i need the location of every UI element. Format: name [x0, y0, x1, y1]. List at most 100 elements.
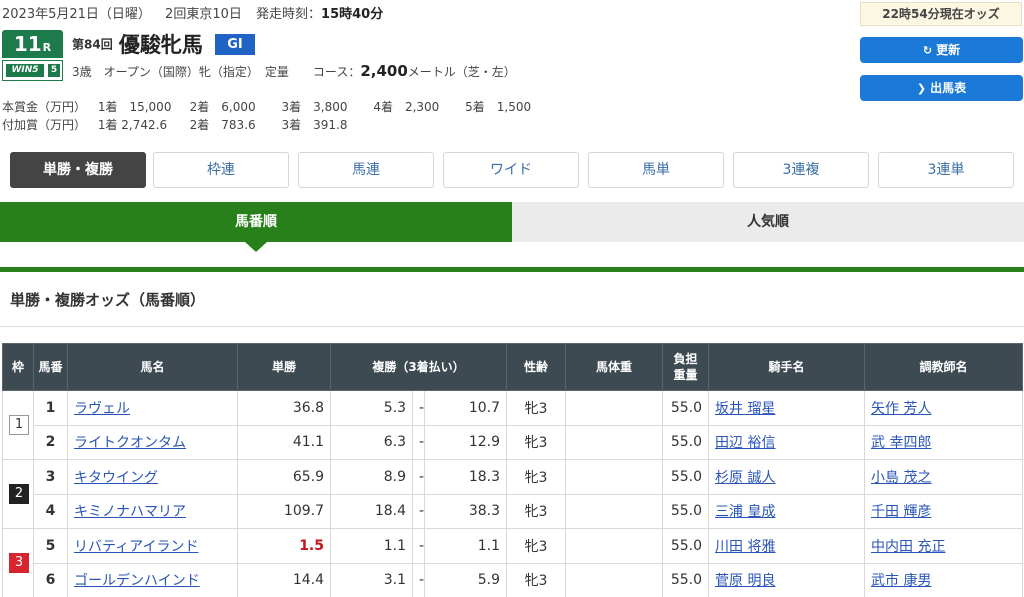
win-odds: 109.7 — [237, 493, 331, 529]
added-prize-1: 1着 2,742.6 — [97, 118, 168, 132]
trainer-link[interactable]: 武 幸四郎 — [871, 435, 931, 451]
tab-sort-by-number[interactable]: 馬番順 — [0, 202, 512, 242]
added-prize-label: 付加賞（万円） — [2, 118, 87, 132]
horse-name-link[interactable]: ラヴェル — [74, 401, 130, 417]
umaban: 3 — [33, 459, 68, 495]
trainer-cell: 千田 輝彦 — [864, 493, 1024, 529]
body-weight — [565, 390, 664, 426]
jockey-cell: 菅原 明良 — [708, 562, 866, 597]
trainer-cell: 中内田 充正 — [864, 528, 1024, 564]
horse-name-cell: キタウイング — [67, 459, 238, 495]
umaban: 2 — [33, 424, 68, 460]
waku-badge: 2 — [9, 484, 29, 504]
race-title: 第84回 優駿牝馬 GI — [72, 29, 255, 59]
odds-table: 枠 馬番 馬名 単勝 複勝（3着払い） 性齢 馬体重 負担 重量 騎手名 調教師名… — [2, 343, 1024, 597]
entries-button[interactable]: ❯ 出馬表 — [860, 75, 1023, 101]
horse-name-cell: ライトクオンタム — [67, 424, 238, 460]
jockey-link[interactable]: 坂井 瑠星 — [715, 401, 775, 417]
col-umaban: 馬番 — [33, 343, 68, 391]
col-jockey: 騎手名 — [708, 343, 866, 391]
body-weight — [565, 528, 664, 564]
distance-suffix: メートル（芝・左） — [407, 65, 516, 79]
tab-quinella[interactable]: 馬連 — [298, 152, 434, 188]
post-time: 15時40分 — [321, 7, 384, 22]
conditions-text: 3歳 オープン（国際）牝（指定） 定量 コース： — [72, 65, 361, 79]
table-row: 3 5 リバティアイランド 1.5 1.1 - 1.1 牝3 55.0 川田 将… — [2, 528, 1024, 597]
burden-weight: 55.0 — [662, 424, 710, 460]
place-odds-low: 3.1 — [330, 562, 413, 597]
sort-tabs: 馬番順 人気順 — [0, 202, 1024, 242]
jockey-link[interactable]: 菅原 明良 — [715, 573, 775, 589]
burden-weight: 55.0 — [662, 493, 710, 529]
trainer-cell: 武 幸四郎 — [864, 424, 1024, 460]
added-prize-3: 3着 391.8 — [281, 118, 348, 132]
place-odds-separator: - — [412, 562, 425, 597]
tab-sort-by-popularity[interactable]: 人気順 — [512, 202, 1024, 242]
main-prize-line: 本賞金（万円） 1着 15,000 2着 6,000 3着 3,800 4着 2… — [2, 98, 553, 115]
trainer-link[interactable]: 中内田 充正 — [871, 539, 945, 555]
horse-name-cell: ゴールデンハインド — [67, 562, 238, 597]
trainer-link[interactable]: 武市 康男 — [871, 573, 931, 589]
main-prize-1: 1着 15,000 — [97, 100, 172, 114]
jockey-link[interactable]: 川田 将雅 — [715, 539, 775, 555]
tab-exacta[interactable]: 馬単 — [588, 152, 724, 188]
main-prize-2: 2着 6,000 — [189, 100, 256, 114]
col-trainer: 調教師名 — [864, 343, 1024, 391]
race-number-box: 11R WIN5 5 — [2, 30, 63, 81]
sex-age: 牝3 — [506, 493, 567, 529]
horse-name-link[interactable]: ライトクオンタム — [74, 435, 186, 451]
jockey-link[interactable]: 三浦 皇成 — [715, 504, 775, 520]
jockey-cell: 三浦 皇成 — [708, 493, 866, 529]
jockey-link[interactable]: 田辺 裕信 — [715, 435, 775, 451]
distance: 2,400 — [360, 62, 408, 80]
burden-weight: 55.0 — [662, 562, 710, 597]
added-prize-2: 2着 783.6 — [189, 118, 256, 132]
place-odds-separator: - — [412, 390, 425, 426]
horse-name-link[interactable]: キタウイング — [74, 470, 158, 486]
horse-name-cell: キミノナハマリア — [67, 493, 238, 529]
added-prize-line: 付加賞（万円） 1着 2,742.6 2着 783.6 3着 391.8 — [2, 116, 369, 133]
table-header-row: 枠 馬番 馬名 単勝 複勝（3着払い） 性齢 馬体重 負担 重量 騎手名 調教師名 — [2, 343, 1024, 391]
horse-name-link[interactable]: キミノナハマリア — [74, 504, 186, 520]
place-odds-low: 5.3 — [330, 390, 413, 426]
jockey-link[interactable]: 杉原 誠人 — [715, 470, 775, 486]
trainer-cell: 小島 茂之 — [864, 459, 1024, 495]
burden-weight: 55.0 — [662, 390, 710, 426]
place-odds-low: 8.9 — [330, 459, 413, 495]
place-odds-high: 18.3 — [423, 459, 508, 495]
tab-trifecta[interactable]: 3連単 — [878, 152, 1014, 188]
col-horse: 馬名 — [67, 343, 238, 391]
main-prize-5: 5着 1,500 — [465, 100, 532, 114]
section-title: 単勝・複勝オッズ（馬番順） — [10, 291, 206, 309]
race-header: 2023年5月21日（日曜） 2回東京10日 発走時刻：15時40分 11R W… — [0, 0, 1024, 140]
body-weight — [565, 459, 664, 495]
sex-age: 牝3 — [506, 459, 567, 495]
section-title-rule — [0, 326, 1024, 327]
waku-cell: 2 — [2, 459, 34, 529]
waku-badge: 1 — [9, 415, 29, 435]
refresh-button[interactable]: ↻ 更新 — [860, 37, 1023, 63]
horse-name-link[interactable]: ゴールデンハインド — [74, 573, 200, 589]
section-divider — [0, 267, 1024, 272]
win5-badge: WIN5 5 — [2, 60, 63, 81]
win5-label: WIN5 — [6, 64, 44, 77]
tab-bracket-quinella[interactable]: 枠連 — [153, 152, 289, 188]
table-row: 2 ライトクオンタム 41.1 6.3 - 12.9 牝3 55.0 田辺 裕信… — [3, 424, 1024, 460]
trainer-link[interactable]: 矢作 芳人 — [871, 401, 931, 417]
burden-weight: 55.0 — [662, 528, 710, 564]
tab-wide[interactable]: ワイド — [443, 152, 579, 188]
col-body-weight: 馬体重 — [565, 343, 664, 391]
tab-win-place[interactable]: 単勝・複勝 — [10, 152, 146, 188]
col-sex-age: 性齢 — [506, 343, 567, 391]
sex-age: 牝3 — [506, 424, 567, 460]
horse-name-cell: ラヴェル — [67, 390, 238, 426]
tab-trio[interactable]: 3連複 — [733, 152, 869, 188]
jockey-cell: 杉原 誠人 — [708, 459, 866, 495]
horse-name-link[interactable]: リバティアイランド — [74, 539, 198, 555]
jockey-cell: 田辺 裕信 — [708, 424, 866, 460]
trainer-link[interactable]: 小島 茂之 — [871, 470, 931, 486]
trainer-link[interactable]: 千田 輝彦 — [871, 504, 931, 520]
umaban: 1 — [33, 390, 68, 426]
grade-badge: GI — [214, 33, 255, 55]
win5-number: 5 — [48, 64, 60, 77]
